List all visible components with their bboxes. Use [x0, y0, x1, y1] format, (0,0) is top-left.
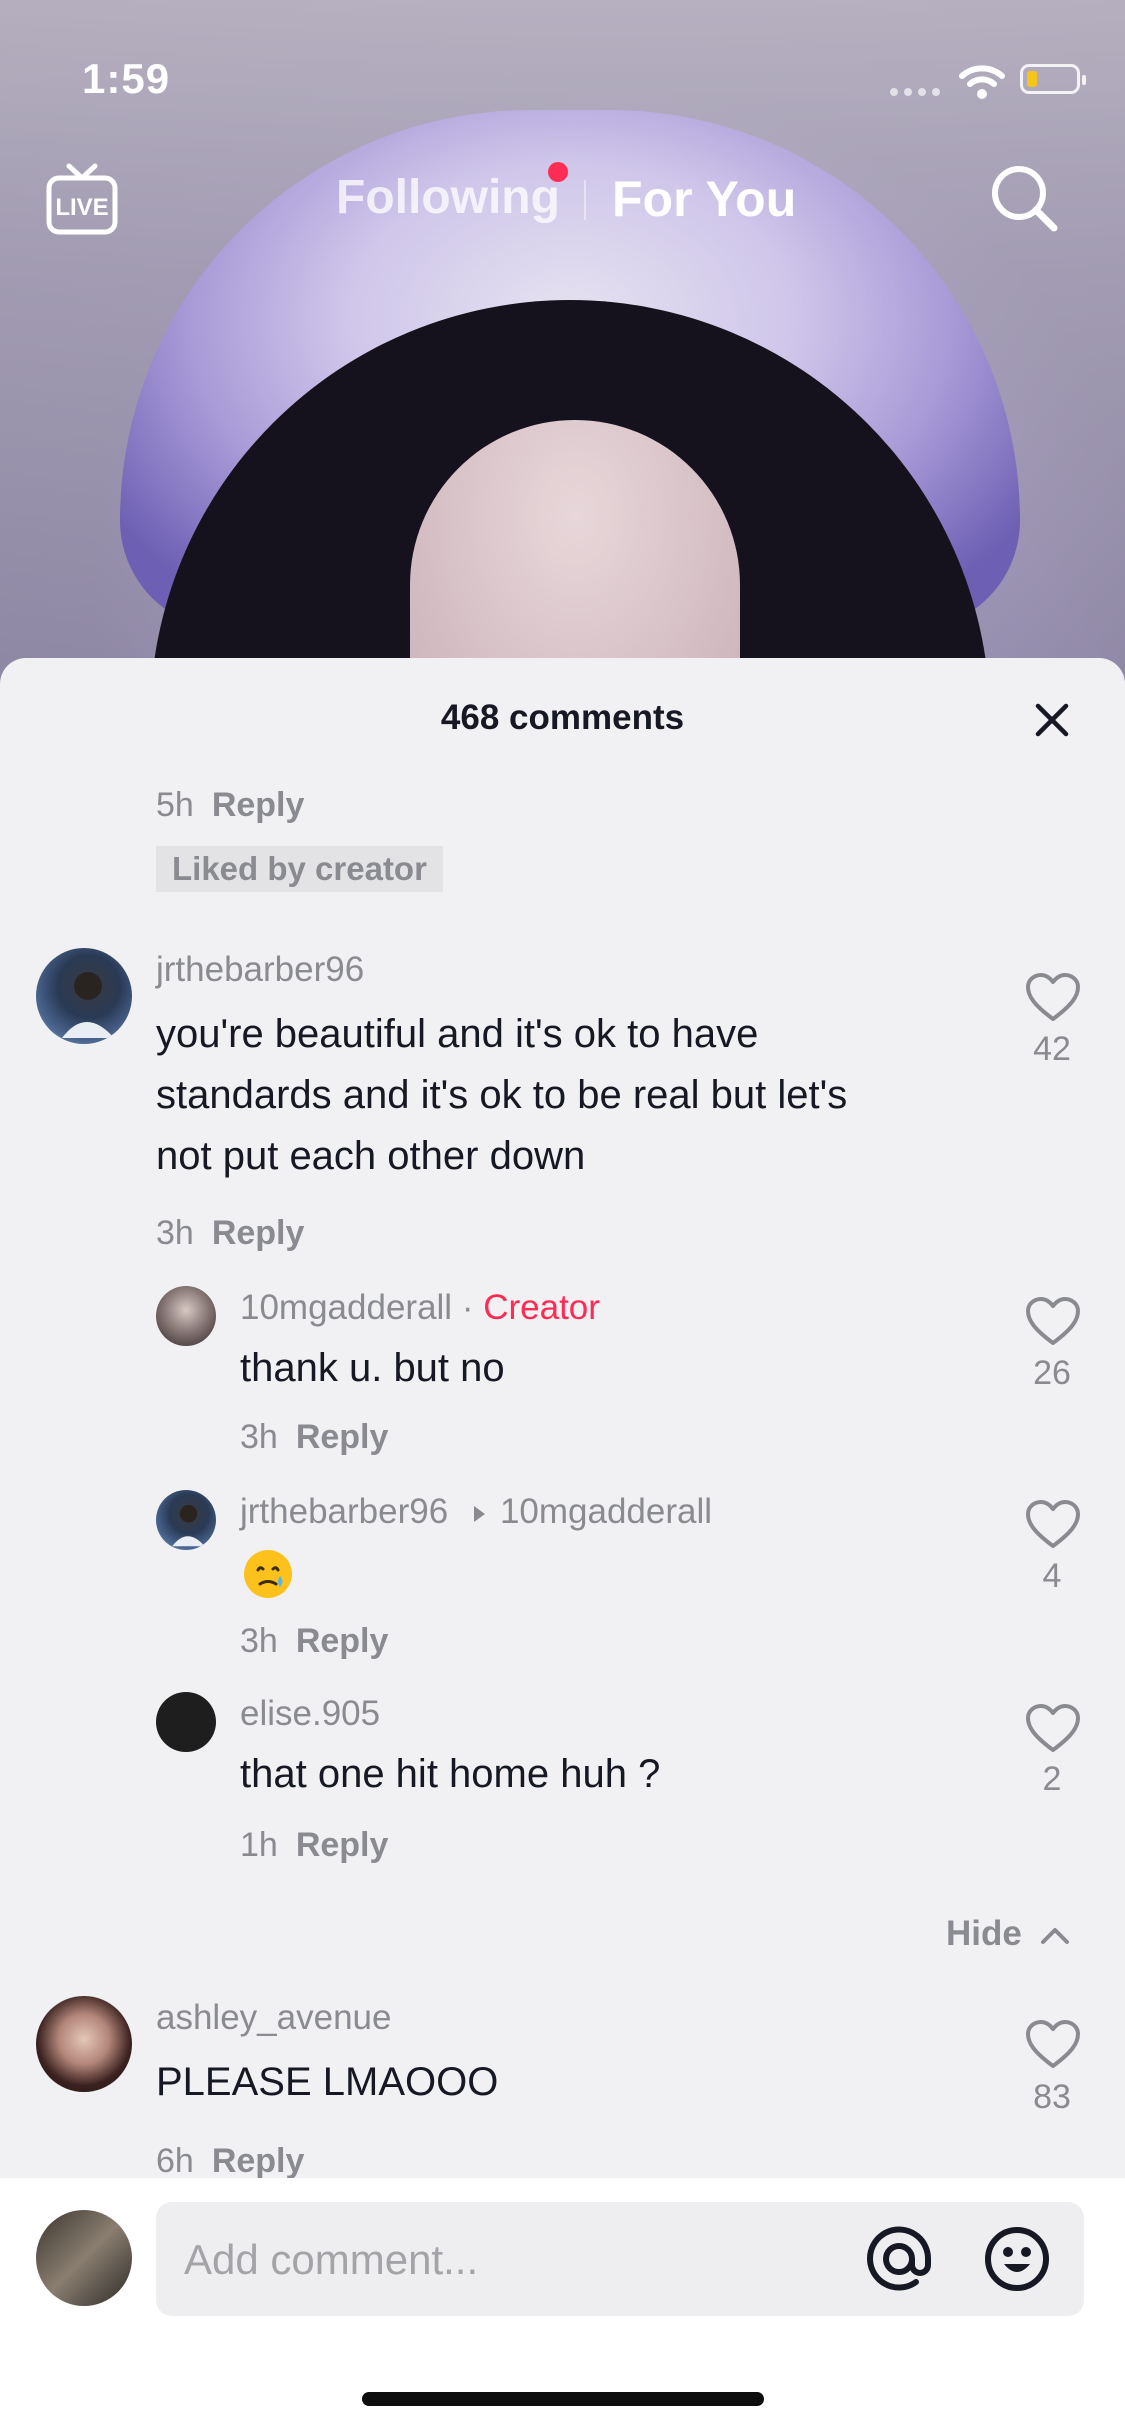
comments-sheet: 468 comments 5h Reply Liked by creator jr…: [0, 658, 1125, 2436]
avatar[interactable]: [156, 1286, 216, 1346]
heart-icon[interactable]: [1024, 1295, 1082, 1347]
heart-icon[interactable]: [1024, 2018, 1082, 2070]
live-icon[interactable]: LIVE: [45, 162, 119, 238]
comment-time: 5h: [156, 786, 194, 824]
like-count: 26: [1033, 1354, 1071, 1392]
reply-time: 3h: [240, 1622, 278, 1660]
reply-username[interactable]: elise.905: [240, 1694, 380, 1734]
reply-button[interactable]: Reply: [296, 1418, 389, 1456]
close-icon[interactable]: [1030, 698, 1074, 742]
avatar[interactable]: [36, 2210, 132, 2306]
hide-label: Hide: [946, 1914, 1022, 1953]
search-icon[interactable]: [988, 162, 1060, 234]
avatar-image: [62, 972, 114, 1038]
reply-button[interactable]: Reply: [212, 2142, 305, 2180]
comment-time: 3h: [156, 1214, 194, 1252]
reply-button[interactable]: Reply: [212, 1214, 305, 1252]
reply-username[interactable]: 10mgadderall: [240, 1288, 452, 1327]
reply-username-line: jrthebarber96 10mgadderall: [240, 1492, 712, 1532]
status-bar: 1:59: [0, 0, 1125, 150]
top-nav: LIVE Following For You: [0, 150, 1125, 250]
like-count: 42: [1033, 1030, 1071, 1068]
reply-time: 1h: [240, 1826, 278, 1864]
home-indicator: [362, 2392, 764, 2406]
battery-icon: [1020, 64, 1086, 94]
signal-icon: [890, 88, 946, 98]
like-count: 83: [1033, 2078, 1071, 2116]
comment-text: PLEASE LMAOOO: [156, 2052, 498, 2113]
heart-icon[interactable]: [1024, 1498, 1082, 1550]
hide-replies-button[interactable]: Hide: [946, 1914, 1072, 1954]
tab-for-you[interactable]: For You: [612, 170, 796, 228]
avatar[interactable]: [36, 1996, 132, 2092]
reply-username-line: 10mgadderall · Creator: [240, 1288, 600, 1328]
like-count: 4: [1042, 1557, 1062, 1595]
emoji-icon[interactable]: [982, 2224, 1052, 2294]
status-time: 1:59: [82, 55, 171, 102]
avatar[interactable]: [156, 1490, 216, 1550]
comment-username[interactable]: jrthebarber96: [156, 950, 364, 990]
reply-meta: 1h Reply: [240, 1826, 388, 1865]
comment-text-line: PLEASE LMAOOO: [156, 2060, 499, 2104]
reply-meta: 3h Reply: [240, 1418, 388, 1457]
like-count: 2: [1042, 1760, 1062, 1798]
separator: ·: [452, 1288, 484, 1327]
comment-username[interactable]: ashley_avenue: [156, 1998, 391, 2038]
reply-username[interactable]: jrthebarber96: [240, 1492, 448, 1531]
avatar[interactable]: [156, 1692, 216, 1752]
smiling-tear-emoji-icon: [244, 1550, 292, 1598]
reply-text: thank u. but no: [240, 1346, 505, 1390]
reply-text: that one hit home huh ?: [240, 1752, 661, 1796]
reply-time: 3h: [240, 1418, 278, 1456]
live-label: LIVE: [55, 194, 108, 221]
liked-by-creator-badge: Liked by creator: [156, 846, 443, 892]
reply-meta: 3h Reply: [240, 1622, 388, 1661]
comment-meta: 6h Reply: [156, 2142, 304, 2181]
reply-to-username[interactable]: 10mgadderall: [500, 1492, 712, 1531]
comment-meta: 3h Reply: [156, 1214, 304, 1253]
heart-icon[interactable]: [1024, 1702, 1082, 1754]
heart-icon[interactable]: [1024, 971, 1082, 1023]
creator-tag: Creator: [483, 1288, 600, 1327]
reply-button[interactable]: Reply: [296, 1622, 389, 1660]
nav-divider: [584, 180, 586, 220]
comment-text-line: standards and it's ok to be real but let…: [156, 1073, 848, 1117]
tab-following[interactable]: Following: [336, 170, 560, 225]
wifi-icon: [959, 65, 1005, 99]
comment-meta: 5h Reply: [156, 786, 304, 825]
reply-arrow-icon: [473, 1505, 485, 1522]
comment-input-placeholder: Add comment...: [184, 2236, 479, 2283]
comment-text-line: not put each other down: [156, 1134, 586, 1178]
comments-count-title: 468 comments: [440, 698, 685, 737]
comment-text-line: you're beautiful and it's ok to have: [156, 1012, 759, 1056]
avatar[interactable]: [36, 948, 132, 1044]
avatar-image: [172, 1505, 205, 1547]
comment-text: you're beautiful and it's ok to have sta…: [156, 1004, 847, 1187]
comment-input[interactable]: Add comment...: [156, 2202, 1084, 2316]
notification-dot: [548, 162, 568, 182]
reply-button[interactable]: Reply: [296, 1826, 389, 1864]
comment-time: 6h: [156, 2142, 194, 2180]
reply-text: [242, 1548, 294, 1600]
at-icon[interactable]: [864, 2224, 934, 2294]
chevron-up-icon: [1040, 1927, 1069, 1944]
reply-button[interactable]: Reply: [212, 786, 305, 824]
